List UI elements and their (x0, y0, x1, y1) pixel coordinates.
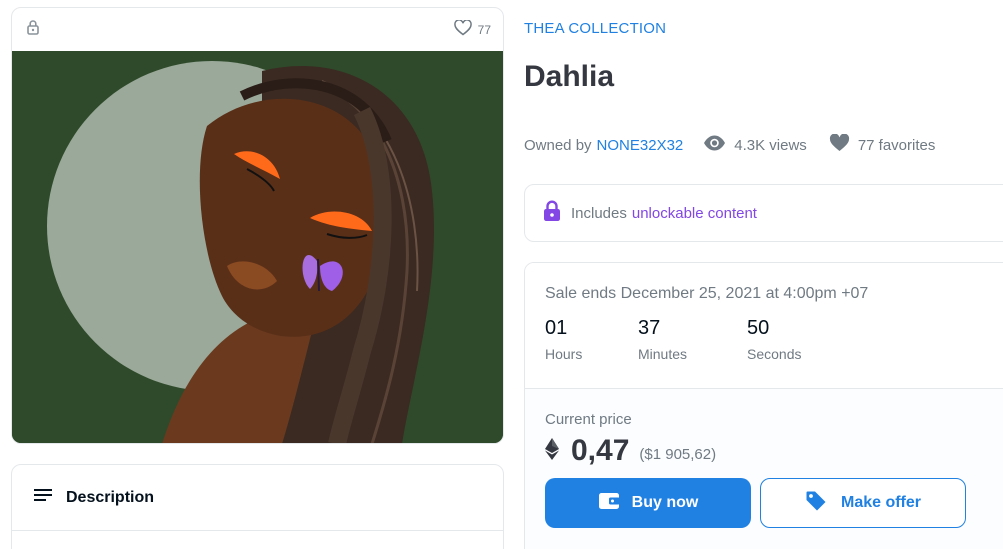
description-header[interactable]: Description (12, 465, 503, 531)
countdown-label: Minutes (638, 346, 688, 362)
owned-by-label: Owned by (524, 136, 592, 154)
sale-countdown-section: Sale ends December 25, 2021 at 4:00pm +0… (525, 263, 1003, 389)
favorites-stat: 77 favorites (829, 133, 936, 156)
heart-icon (829, 133, 850, 156)
description-title: Description (66, 488, 155, 506)
unlockable-link[interactable]: unlockable content (632, 205, 757, 222)
views-stat: 4.3K views (703, 135, 807, 155)
price-usd: ($1 905,62) (639, 445, 717, 463)
list-icon (34, 488, 52, 507)
action-buttons: Buy now Make offer (545, 478, 1003, 528)
lock-icon (26, 19, 40, 40)
eye-icon (703, 135, 726, 155)
price-row: 0,47 ($1 905,62) (545, 434, 1003, 468)
buy-now-button[interactable]: Buy now (545, 478, 751, 528)
countdown-timer: 01 Hours 37 Minutes 50 Seconds (545, 317, 1003, 362)
item-meta: Owned by NONE32X32 4.3K views 77 favorit… (524, 133, 936, 156)
asset-card-header: 77 (12, 8, 503, 51)
unlockable-prefix: Includes (571, 204, 627, 222)
countdown-hours: 01 Hours (545, 317, 638, 362)
unlockable-content-banner[interactable]: Includes unlockable content (524, 184, 1003, 242)
artwork-image[interactable] (12, 51, 503, 443)
padlock-icon (543, 200, 561, 226)
price-section: Current price 0,47 ($1 905,62) Buy now M… (525, 389, 1003, 549)
item-title: Dahlia (524, 60, 615, 93)
views-count: 4.3K views (734, 136, 807, 154)
favorite-button[interactable]: 77 (453, 19, 491, 39)
countdown-label: Hours (545, 346, 583, 362)
sale-end-date: Sale ends December 25, 2021 at 4:00pm +0… (545, 285, 869, 302)
asset-media-card: 77 (11, 7, 504, 444)
wallet-icon (598, 492, 620, 515)
owner-link[interactable]: NONE32X32 (597, 137, 684, 154)
countdown-seconds: 50 Seconds (747, 317, 801, 362)
favorite-count: 77 (477, 22, 491, 37)
sale-panel: Sale ends December 25, 2021 at 4:00pm +0… (524, 262, 1003, 549)
price-value: 0,47 (571, 434, 630, 467)
countdown-value: 37 (638, 317, 661, 339)
description-panel: Description (11, 464, 504, 549)
collection-link[interactable]: THEA COLLECTION (524, 20, 666, 37)
countdown-label: Seconds (747, 346, 802, 362)
make-offer-button[interactable]: Make offer (760, 478, 966, 528)
countdown-value: 50 (747, 317, 770, 339)
tag-icon (805, 490, 827, 517)
heart-outline-icon (453, 19, 472, 39)
buy-now-label: Buy now (631, 494, 699, 511)
ethereum-icon (545, 437, 559, 465)
make-offer-label: Make offer (840, 494, 922, 511)
current-price-label: Current price (545, 411, 632, 428)
countdown-minutes: 37 Minutes (638, 317, 747, 362)
favorites-count: 77 favorites (857, 136, 936, 154)
countdown-value: 01 (545, 317, 568, 339)
